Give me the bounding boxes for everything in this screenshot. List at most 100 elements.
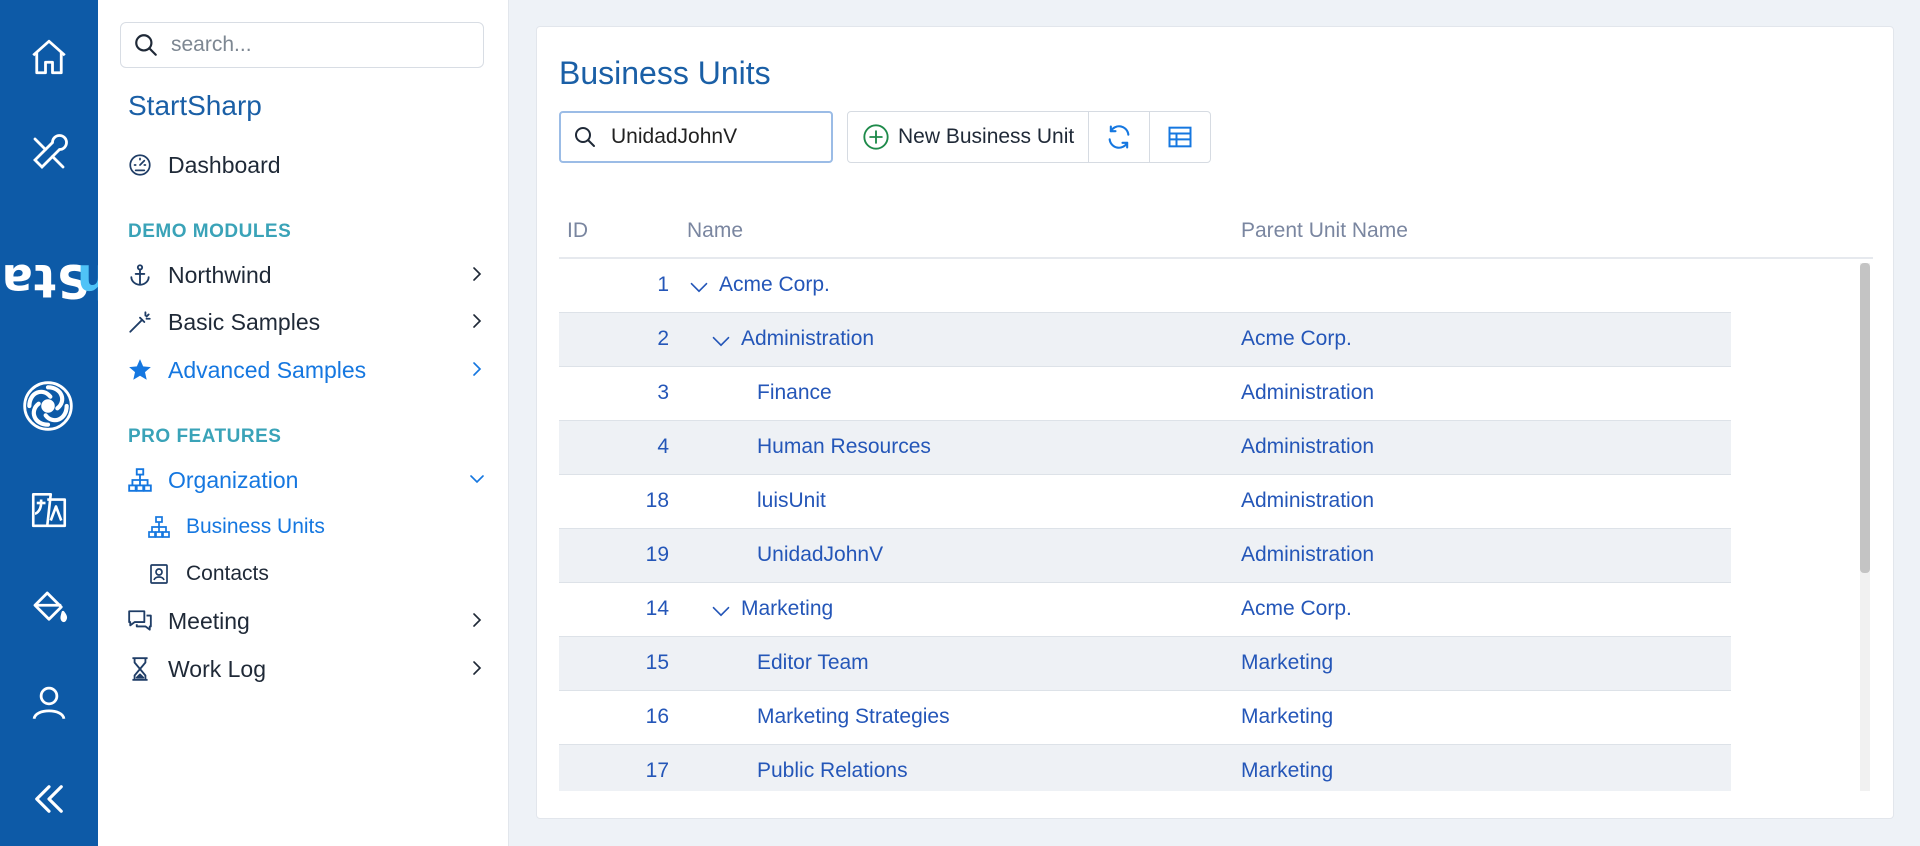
chevron-right-icon xyxy=(473,613,482,627)
table-row[interactable]: 19 UnidadJohnV Administration xyxy=(559,529,1731,583)
cell-parent-link[interactable]: Administration xyxy=(1241,435,1374,459)
sidebar-item-label: Work Log xyxy=(168,655,267,682)
scrollbar-thumb[interactable] xyxy=(1860,263,1870,573)
cell-id: 1 xyxy=(657,273,669,296)
app-name[interactable]: StartSharp xyxy=(128,90,262,122)
cell-name-link[interactable]: UnidadJohnV xyxy=(757,543,883,567)
table-row[interactable]: 14 Marketing Acme Corp. xyxy=(559,583,1731,637)
table-row[interactable]: 18 luisUnit Administration xyxy=(559,475,1731,529)
sidebar-item-basic-samples[interactable]: Basic Samples xyxy=(126,302,496,342)
sidebar-item-label: Advanced Samples xyxy=(168,356,367,383)
sidebar-item-dashboard[interactable]: Dashboard xyxy=(126,145,496,185)
chevron-right-icon xyxy=(473,362,482,376)
home-icon[interactable] xyxy=(24,32,74,82)
paint-bucket-icon[interactable] xyxy=(24,582,74,632)
cell-id: 2 xyxy=(657,327,669,350)
cell-id: 16 xyxy=(645,705,669,728)
sidebar-item-contacts[interactable]: Contacts xyxy=(146,554,496,594)
cell-name-link[interactable]: Marketing Strategies xyxy=(757,705,950,729)
chevron-right-icon xyxy=(473,267,482,281)
translate-icon[interactable] xyxy=(24,485,74,535)
sidebar-item-meeting[interactable]: Meeting xyxy=(126,601,496,641)
sidebar-item-work-log[interactable]: Work Log xyxy=(126,649,496,689)
cell-id: 14 xyxy=(645,597,669,620)
sidebar-item-label: Meeting xyxy=(168,607,250,634)
cell-parent-link[interactable]: Acme Corp. xyxy=(1241,327,1352,351)
table-row[interactable]: 15 Editor Team Marketing xyxy=(559,637,1731,691)
hourglass-icon xyxy=(126,655,154,683)
column-picker-button[interactable] xyxy=(1150,112,1210,162)
magic-wand-icon xyxy=(126,308,154,336)
cell-parent-link[interactable]: Acme Corp. xyxy=(1241,597,1352,621)
page-title: Business Units xyxy=(559,55,771,91)
vertical-scrollbar[interactable] xyxy=(1860,263,1870,791)
sidebar-search[interactable] xyxy=(120,22,484,68)
grid-header: ID Name Parent Unit Name xyxy=(559,205,1873,259)
sidebar-item-label: Northwind xyxy=(168,261,272,288)
new-business-unit-button[interactable]: New Business Unit xyxy=(848,112,1090,162)
tools-icon[interactable] xyxy=(24,128,74,178)
column-header-name[interactable]: Name xyxy=(687,219,743,243)
grid-toolbar: New Business Unit xyxy=(847,111,1212,163)
table-row[interactable]: 17 Public Relations Marketing xyxy=(559,745,1731,791)
cell-name-link[interactable]: Finance xyxy=(757,381,832,405)
cell-parent-link[interactable]: Marketing xyxy=(1241,759,1333,783)
grid-quick-search[interactable] xyxy=(559,111,833,163)
sidebar-item-label: Basic Samples xyxy=(168,308,321,335)
cell-parent-link[interactable]: Administration xyxy=(1241,489,1374,513)
cell-id: 17 xyxy=(645,759,669,782)
grid-search-input[interactable] xyxy=(609,124,823,150)
table-row[interactable]: 2 Administration Acme Corp. xyxy=(559,313,1731,367)
cell-parent-link[interactable]: Marketing xyxy=(1241,705,1333,729)
refresh-button[interactable] xyxy=(1089,112,1151,162)
chevron-down-icon xyxy=(470,475,484,484)
sidebar-item-northwind[interactable]: Northwind xyxy=(126,255,496,295)
cell-name-link[interactable]: Editor Team xyxy=(757,651,869,675)
contact-card-icon xyxy=(146,561,172,587)
table-row[interactable]: 3 Finance Administration xyxy=(559,367,1731,421)
sidebar: StartSharp Dashboard DEMO MODULES Northw… xyxy=(98,0,509,846)
cell-name-link[interactable]: luisUnit xyxy=(757,489,826,513)
collapse-icon[interactable] xyxy=(24,774,74,824)
new-button-label: New Business Unit xyxy=(898,125,1075,148)
cell-id: 4 xyxy=(657,435,669,458)
search-icon xyxy=(575,127,595,147)
cell-name-link[interactable]: Acme Corp. xyxy=(719,273,830,297)
cell-parent-link[interactable]: Administration xyxy=(1241,381,1374,405)
chevron-down-icon[interactable] xyxy=(711,601,731,621)
column-header-id[interactable]: ID xyxy=(567,219,588,243)
sidebar-search-input[interactable] xyxy=(169,32,473,58)
cell-parent-link[interactable]: Administration xyxy=(1241,543,1374,567)
section-pro-features: PRO FEATURES xyxy=(128,426,282,447)
brand-wordmark: StartSh xyxy=(0,254,144,308)
cell-name-link[interactable]: Administration xyxy=(741,327,874,351)
anchor-icon xyxy=(126,261,154,289)
star-icon xyxy=(126,356,154,384)
org-chart-icon xyxy=(146,514,172,540)
cell-parent-link[interactable]: Marketing xyxy=(1241,651,1333,675)
table-row[interactable]: 16 Marketing Strategies Marketing xyxy=(559,691,1731,745)
cell-name-link[interactable]: Human Resources xyxy=(757,435,931,459)
sidebar-item-organization[interactable]: Organization xyxy=(126,460,496,500)
sidebar-item-business-units[interactable]: Business Units xyxy=(146,507,496,547)
column-header-parent[interactable]: Parent Unit Name xyxy=(1241,219,1408,243)
cell-name-link[interactable]: Marketing xyxy=(741,597,833,621)
table-row[interactable]: 4 Human Resources Administration xyxy=(559,421,1731,475)
sidebar-item-label: Organization xyxy=(168,466,299,493)
chevron-right-icon xyxy=(473,661,482,675)
chevron-down-icon[interactable] xyxy=(689,277,709,297)
sidebar-item-advanced-samples[interactable]: Advanced Samples xyxy=(126,350,496,390)
chevron-down-icon[interactable] xyxy=(711,331,731,351)
icon-rail: StartSh xyxy=(0,0,144,846)
table-row[interactable]: 1 Acme Corp. xyxy=(559,259,1731,313)
cell-name-link[interactable]: Public Relations xyxy=(757,759,908,783)
sidebar-item-label: Contacts xyxy=(186,562,269,585)
search-icon xyxy=(135,34,157,56)
user-icon[interactable] xyxy=(24,678,74,728)
logo-icon[interactable] xyxy=(18,376,78,436)
cell-id: 18 xyxy=(645,489,669,512)
table-columns-icon xyxy=(1168,126,1192,148)
cell-id: 19 xyxy=(645,543,669,566)
add-circle-icon xyxy=(863,124,889,150)
sidebar-item-label: Dashboard xyxy=(168,151,281,178)
